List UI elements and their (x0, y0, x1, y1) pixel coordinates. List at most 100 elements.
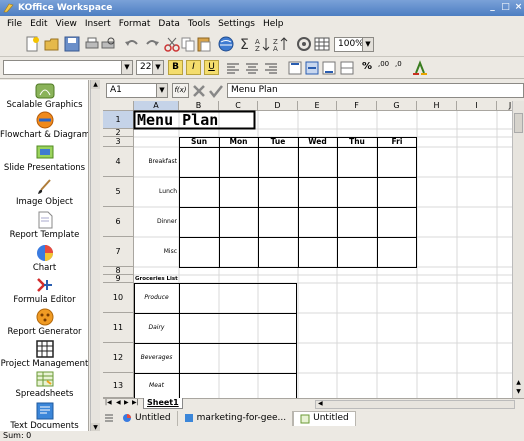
align-bottom-icon[interactable] (322, 61, 336, 75)
menu-view[interactable]: View (52, 19, 81, 29)
sidebar-item-chart[interactable]: Chart (0, 244, 88, 273)
last-sheet-icon[interactable]: ▶| (132, 399, 139, 406)
cell-reference-select[interactable]: A1 ▼ (106, 83, 168, 98)
menu-format[interactable]: Format (115, 19, 155, 29)
table-icon[interactable] (314, 36, 330, 52)
sidebar-item-scalable-graphics[interactable]: Scalable Graphics (0, 83, 88, 110)
merge-cells-icon[interactable] (340, 61, 354, 75)
day-header[interactable]: Fri (377, 137, 417, 147)
new-document-icon[interactable] (24, 36, 40, 52)
grocery-category[interactable]: Dairy (134, 313, 179, 343)
first-sheet-icon[interactable]: |◀ (105, 399, 112, 406)
status-bar: Sum: 0 (0, 431, 524, 441)
redo-icon[interactable] (144, 36, 160, 52)
report-generator-icon (36, 308, 53, 326)
menu-tools[interactable]: Tools (184, 19, 214, 29)
sidebar-item-flowchart[interactable]: Flowchart & Diagram (0, 111, 88, 140)
align-left-icon[interactable] (226, 61, 240, 75)
percent-button[interactable]: % (362, 61, 372, 72)
next-sheet-icon[interactable]: ▶ (124, 399, 129, 406)
globe-icon[interactable] (218, 36, 234, 52)
sidebar-item-project-management[interactable]: Project Management (0, 340, 88, 369)
font-family-select[interactable]: ▼ (3, 60, 133, 75)
menu-file[interactable]: File (3, 19, 26, 29)
print-preview-icon[interactable] (100, 36, 116, 52)
accept-edit-icon[interactable] (209, 84, 223, 98)
scroll-left-icon[interactable]: ◀ (318, 400, 323, 407)
horizontal-scrollbar[interactable]: ◀ (315, 400, 515, 409)
day-header[interactable]: Wed (298, 137, 337, 147)
scroll-up-icon[interactable]: ▲ (91, 80, 100, 89)
zoom-select[interactable]: 100% ▼ (334, 37, 374, 52)
spreadsheet-grid[interactable]: A B C D E F G H I J 1 2 3 4 5 6 7 8 9 10… (103, 101, 524, 398)
sidebar-item-image-object[interactable]: Image Object (0, 178, 88, 207)
sheet-tab[interactable]: Sheet1 (143, 398, 183, 409)
open-folder-icon[interactable] (44, 36, 60, 52)
menu-edit[interactable]: Edit (26, 19, 51, 29)
maximize-button[interactable]: □ (500, 2, 511, 13)
menu-help[interactable]: Help (259, 19, 288, 29)
align-center-icon[interactable] (245, 61, 259, 75)
chevron-down-icon: ▼ (121, 61, 132, 74)
svg-text:Z: Z (255, 45, 260, 52)
close-button[interactable]: × (513, 2, 524, 13)
meal-label[interactable]: Breakfast (134, 147, 178, 177)
menu-settings[interactable]: Settings (214, 19, 259, 29)
day-header[interactable]: Thu (337, 137, 377, 147)
sheet-vertical-scrollbar[interactable]: ▲ ▼ (512, 101, 524, 398)
sidebar-item-text-documents[interactable]: Text Documents (0, 402, 88, 431)
sort-ascending-icon[interactable]: AZ (255, 36, 271, 52)
sheet-title[interactable]: Menu Plan (137, 111, 218, 129)
sidebar-scrollbar[interactable]: ▲ ▼ (90, 80, 100, 432)
italic-button[interactable]: I (186, 60, 201, 75)
doc-tab-untitled-active[interactable]: Untitled (293, 410, 356, 426)
tab-menu-icon[interactable] (104, 413, 114, 423)
bold-button[interactable]: B (168, 60, 183, 75)
decrease-decimal-button[interactable]: ,0 (395, 60, 402, 68)
align-right-icon[interactable] (264, 61, 278, 75)
doc-tab-marketing[interactable]: marketing-for-gee... (178, 410, 294, 426)
save-icon[interactable] (64, 36, 80, 52)
grocery-category[interactable]: Beverages (134, 343, 179, 373)
function-button[interactable]: f(x) (172, 83, 189, 98)
grocery-category[interactable]: Produce (134, 283, 179, 313)
scroll-thumb[interactable] (514, 113, 523, 133)
sidebar-item-formula-editor[interactable]: Formula Editor (0, 276, 88, 305)
chevron-down-icon: ▼ (362, 38, 373, 51)
undo-icon[interactable] (124, 36, 140, 52)
paste-icon[interactable] (196, 36, 212, 52)
minimize-button[interactable]: _ (487, 2, 498, 13)
underline-button[interactable]: U (204, 60, 219, 75)
formula-input[interactable]: Menu Plan (227, 83, 524, 98)
sort-descending-icon[interactable]: ZA (273, 36, 289, 52)
day-header[interactable]: Tue (258, 137, 298, 147)
meal-label[interactable]: Dinner (134, 207, 178, 237)
sidebar-item-spreadsheets[interactable]: Spreadsheets (0, 370, 88, 399)
prev-sheet-icon[interactable]: ◀ (116, 399, 121, 406)
sidebar-item-report-template[interactable]: Report Template (0, 211, 88, 240)
align-top-icon[interactable] (288, 61, 302, 75)
align-middle-icon[interactable] (305, 61, 319, 75)
groceries-list-label[interactable]: Groceries List (135, 275, 178, 283)
doc-tab-untitled-1[interactable]: Untitled (116, 410, 178, 426)
sum-icon[interactable]: Σ (238, 36, 254, 52)
day-header[interactable]: Sun (179, 137, 219, 147)
cancel-edit-icon[interactable] (192, 84, 206, 98)
increase-decimal-button[interactable]: ,00 (378, 60, 389, 68)
menu-data[interactable]: Data (154, 19, 184, 29)
font-size-select[interactable]: 22 ▼ (136, 60, 164, 75)
meal-label[interactable]: Misc (134, 237, 178, 267)
scroll-up-icon[interactable]: ▲ (514, 379, 523, 388)
copy-icon[interactable] (180, 36, 196, 52)
print-icon[interactable] (84, 36, 100, 52)
sidebar-item-slide-presentations[interactable]: Slide Presentations (0, 144, 88, 173)
sidebar-item-report-generator[interactable]: Report Generator (0, 308, 88, 337)
scroll-down-icon[interactable]: ▼ (514, 388, 523, 397)
text-color-icon[interactable] (412, 60, 428, 76)
cut-icon[interactable] (164, 36, 180, 52)
grocery-category[interactable]: Meat (134, 373, 179, 398)
meal-label[interactable]: Lunch (134, 177, 178, 207)
day-header[interactable]: Mon (219, 137, 258, 147)
menu-insert[interactable]: Insert (81, 19, 115, 29)
link-icon[interactable] (296, 36, 312, 52)
